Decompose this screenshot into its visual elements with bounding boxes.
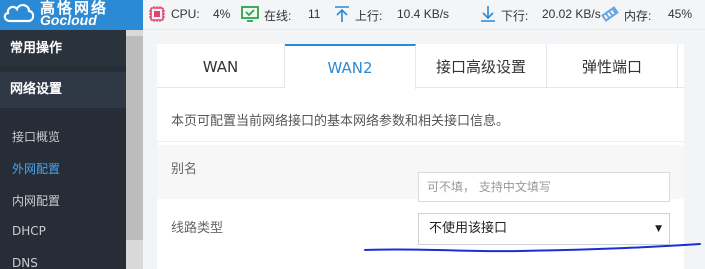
chevron-down-icon: ▼ — [655, 224, 662, 234]
divider — [157, 141, 684, 142]
brand-logo: 高恪网络 Gocloud — [0, 0, 143, 30]
upload-value: 10.4 KB/s — [397, 7, 450, 21]
sidebar-group-common[interactable]: 常用操作 — [0, 30, 126, 66]
upload-arrow-icon — [335, 6, 349, 22]
download-value: 20.02 KB/s — [542, 7, 601, 21]
memory-icon — [601, 6, 619, 22]
sidebar-item-dns[interactable]: DNS — [12, 256, 38, 269]
memory-label: 内存: — [624, 9, 652, 23]
tab-elastic-port[interactable]: 弹性端口 — [547, 44, 678, 88]
sidebar-scrollbar[interactable] — [126, 30, 143, 269]
cpu-label: CPU: — [171, 7, 200, 21]
line-type-select[interactable]: 不使用该接口 ▼ — [418, 213, 670, 245]
memory-value: 45% — [668, 7, 693, 21]
download-arrow-icon — [481, 6, 495, 22]
tab-wan2[interactable]: WAN2 — [285, 44, 416, 89]
tab-interface-advanced[interactable]: 接口高级设置 — [416, 44, 547, 88]
line-type-label: 线路类型 — [171, 221, 224, 236]
online-value: 11 — [308, 7, 321, 21]
alias-input[interactable]: 可不填， 支持中文填写 — [418, 172, 670, 202]
sidebar-item-lan-config[interactable]: 内网配置 — [12, 192, 60, 209]
tab-wan[interactable]: WAN — [157, 44, 285, 88]
sidebar-group-network[interactable]: 网络设置 — [0, 72, 126, 108]
sidebar-item-interface-overview[interactable]: 接口概览 — [12, 128, 60, 145]
brand-name-en: Gocloud — [40, 12, 97, 28]
alias-label: 别名 — [171, 162, 198, 177]
sidebar-scrollbar-thumb[interactable] — [126, 36, 143, 240]
monitor-icon — [241, 6, 259, 22]
status-bar: CPU: 4% 在线: 11 上行: 10.4 KB/s 下行: 20.02 K… — [143, 0, 705, 30]
sidebar-item-wan-config[interactable]: 外网配置 — [12, 160, 60, 177]
cpu-icon — [149, 6, 165, 22]
upload-label: 上行: — [355, 9, 383, 23]
line-type-selected-value: 不使用该接口 — [429, 221, 508, 236]
cloud-icon — [3, 4, 35, 23]
sidebar: 常用操作 网络设置 接口概览 外网配置 内网配置 DHCP DNS — [0, 30, 143, 269]
online-label: 在线: — [264, 9, 292, 23]
sidebar-item-dhcp[interactable]: DHCP — [12, 224, 46, 238]
alias-row: 别名 可不填， 支持中文填写 — [157, 145, 684, 202]
page-description: 本页可配置当前网络接口的基本网络参数和相关接口信息。 — [171, 114, 510, 129]
cpu-value: 4% — [213, 7, 231, 21]
download-label: 下行: — [501, 9, 529, 23]
tab-bar: WAN WAN2 接口高级设置 弹性端口 — [157, 44, 684, 89]
